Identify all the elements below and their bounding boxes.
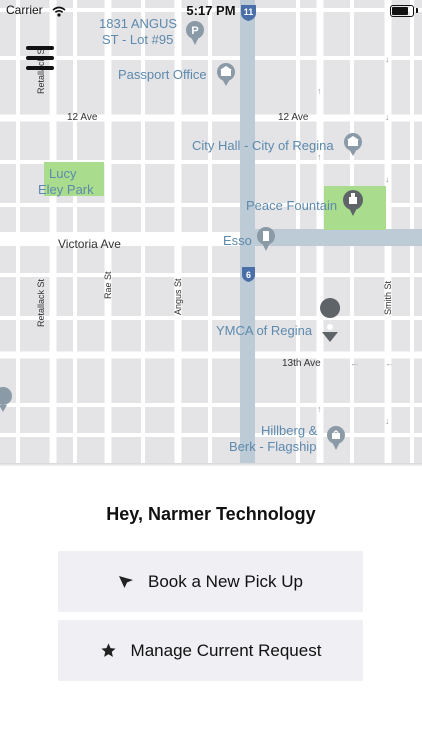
manage-current-request-label: Manage Current Request bbox=[130, 640, 322, 660]
svg-text:Eley Park: Eley Park bbox=[38, 182, 94, 197]
book-new-pickup-label: Book a New Pick Up bbox=[148, 571, 303, 591]
svg-text:Lucy: Lucy bbox=[49, 166, 77, 181]
status-time: 5:17 PM bbox=[186, 3, 236, 18]
svg-text:Passport Office: Passport Office bbox=[118, 67, 207, 82]
svg-text:Esso: Esso bbox=[223, 233, 252, 248]
svg-text:Hillberg &: Hillberg & bbox=[261, 423, 318, 438]
svg-text:↓: ↓ bbox=[385, 416, 390, 426]
street-label-retallack: Retallack St bbox=[36, 278, 46, 327]
svg-text:↓: ↓ bbox=[385, 174, 390, 184]
hamburger-menu-button[interactable] bbox=[26, 46, 54, 74]
street-label-13th-ave: 13th Ave bbox=[282, 358, 321, 369]
svg-text:↑: ↑ bbox=[317, 404, 322, 414]
svg-text:ST - Lot #95: ST - Lot #95 bbox=[102, 32, 173, 47]
book-new-pickup-button[interactable]: Book a New Pick Up bbox=[58, 551, 363, 612]
status-bar: Carrier 5:17 PM bbox=[0, 0, 422, 22]
map-view[interactable]: ↓ ↓ ↓ ↓ ↑ ↑ ↑ ← ← 12 Ave 12 Ave Victoria Ave 1… bbox=[0, 0, 422, 464]
svg-text:YMCA of Regina: YMCA of Regina bbox=[216, 323, 313, 338]
svg-text:←: ← bbox=[385, 358, 394, 368]
street-label-12-ave-left: 12 Ave bbox=[67, 112, 98, 123]
manage-current-request-button[interactable]: Manage Current Request bbox=[58, 620, 363, 681]
street-label-rae: Rae St bbox=[103, 271, 113, 299]
svg-text:↓: ↓ bbox=[385, 112, 390, 122]
greeting-text: Hey, Narmer Technology bbox=[106, 504, 316, 524]
street-label-12-ave-right: 12 Ave bbox=[278, 112, 309, 123]
svg-text:P: P bbox=[191, 25, 198, 37]
svg-text:Peace Fountain: Peace Fountain bbox=[246, 198, 337, 213]
action-panel: Hey, Narmer Technology Book a New Pick U… bbox=[0, 466, 422, 750]
location-arrow-icon bbox=[118, 574, 134, 590]
svg-text:Berk - Flagship: Berk - Flagship bbox=[229, 439, 316, 454]
street-label-victoria-ave: Victoria Ave bbox=[58, 237, 121, 251]
svg-text:↑: ↑ bbox=[317, 152, 322, 162]
battery-icon bbox=[390, 5, 414, 17]
svg-text:↓: ↓ bbox=[385, 54, 390, 64]
svg-text:City Hall - City of Regina: City Hall - City of Regina bbox=[192, 138, 334, 153]
svg-text:←: ← bbox=[350, 358, 359, 368]
street-label-angus: Angus St bbox=[173, 278, 183, 315]
svg-text:↑: ↑ bbox=[317, 86, 322, 96]
svg-text:6: 6 bbox=[246, 270, 251, 280]
star-icon bbox=[100, 642, 117, 659]
street-label-smith: Smith St bbox=[383, 280, 393, 315]
